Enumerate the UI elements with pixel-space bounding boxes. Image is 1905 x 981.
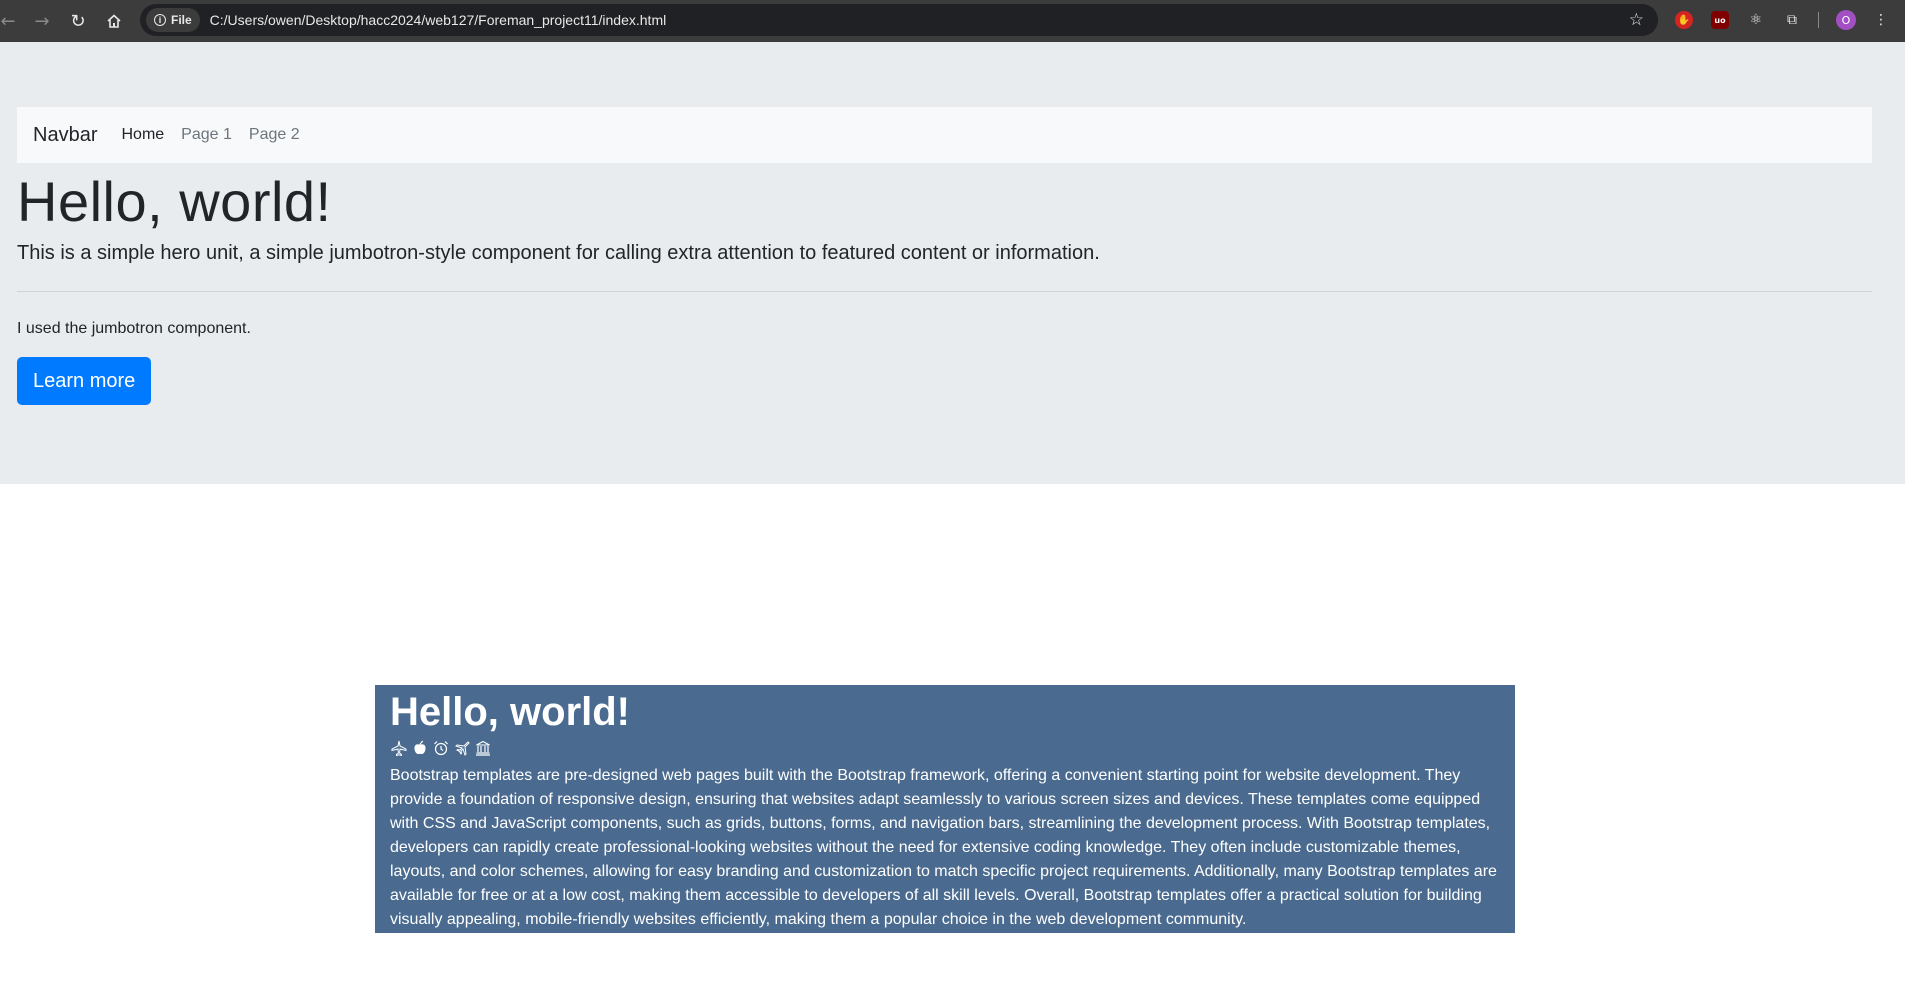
alarm-icon bbox=[432, 740, 449, 760]
stop-hand-icon: ✋ bbox=[1675, 11, 1693, 29]
reload-button[interactable]: ↻ bbox=[60, 3, 96, 39]
navbar-brand[interactable]: Navbar bbox=[33, 124, 97, 147]
home-icon bbox=[107, 14, 121, 28]
home-button[interactable] bbox=[96, 3, 132, 39]
extension-react[interactable]: ⚛ bbox=[1744, 8, 1768, 32]
jumbotron-lead: This is a simple hero unit, a simple jum… bbox=[17, 242, 1100, 264]
ublock-icon: uo bbox=[1711, 11, 1729, 29]
react-atom-icon: ⚛ bbox=[1749, 12, 1763, 28]
apple-icon bbox=[411, 740, 428, 760]
toolbar-separator bbox=[1818, 12, 1819, 28]
learn-more-button[interactable]: Learn more bbox=[17, 357, 152, 405]
chip-label: File bbox=[171, 13, 192, 27]
jumbotron: Navbar Home Page 1 Page 2 Hello, world! … bbox=[0, 42, 1905, 484]
nav-link-page-1[interactable]: Page 1 bbox=[181, 126, 232, 144]
card-paragraph: Bootstrap templates are pre-designed web… bbox=[390, 767, 1497, 928]
airplane-icon bbox=[390, 740, 407, 760]
info-icon: i bbox=[154, 14, 166, 26]
bookmark-star-icon[interactable]: ☆ bbox=[1629, 10, 1644, 30]
arrow-right-icon: → bbox=[34, 10, 50, 32]
nav-link-home[interactable]: Home bbox=[121, 126, 164, 144]
extension-ublock[interactable]: uo bbox=[1708, 8, 1732, 32]
nav-link-page-2[interactable]: Page 2 bbox=[249, 126, 300, 144]
site-info-chip[interactable]: i File bbox=[146, 8, 200, 32]
browser-menu-button[interactable]: ⋮ bbox=[1869, 8, 1893, 32]
card-title: Hello, world! bbox=[390, 690, 630, 734]
puzzle-icon: ⧉ bbox=[1787, 12, 1797, 28]
back-button[interactable]: ← bbox=[0, 3, 26, 39]
reload-icon: ↻ bbox=[70, 10, 86, 32]
browser-toolbar: ← → ↻ i File C:/Users/owen/Desktop/hacc2… bbox=[0, 0, 1905, 42]
divider bbox=[17, 291, 1872, 292]
profile-button[interactable]: O bbox=[1834, 8, 1858, 32]
address-bar[interactable]: i File C:/Users/owen/Desktop/hacc2024/we… bbox=[140, 4, 1658, 36]
arrow-left-icon: ← bbox=[0, 10, 16, 32]
avatar: O bbox=[1836, 10, 1856, 30]
jumbotron-text: I used the jumbotron component. bbox=[17, 320, 251, 337]
airplane-engines-icon bbox=[453, 740, 470, 760]
url-text[interactable]: C:/Users/owen/Desktop/hacc2024/web127/Fo… bbox=[210, 12, 667, 28]
extensions-menu-button[interactable]: ⧉ bbox=[1780, 8, 1804, 32]
forward-button[interactable]: → bbox=[24, 3, 60, 39]
bank-icon bbox=[474, 740, 491, 760]
kebab-menu-icon: ⋮ bbox=[1874, 12, 1888, 28]
navbar: Navbar Home Page 1 Page 2 bbox=[17, 107, 1872, 163]
extension-adblock[interactable]: ✋ bbox=[1672, 8, 1696, 32]
content-card: Hello, world! Bootstrap templates are pr… bbox=[375, 685, 1515, 933]
jumbotron-title: Hello, world! bbox=[17, 170, 332, 233]
icon-row bbox=[390, 740, 1500, 760]
